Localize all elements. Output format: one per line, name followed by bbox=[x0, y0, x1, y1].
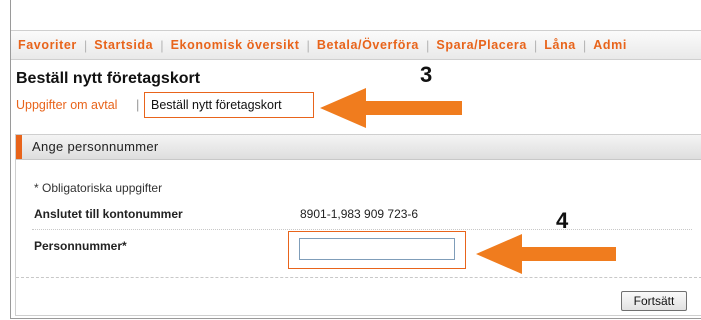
row-divider bbox=[32, 229, 692, 230]
panel-title: Ange personnummer bbox=[32, 139, 159, 154]
continue-button[interactable]: Fortsätt bbox=[621, 291, 687, 311]
personnummer-input[interactable] bbox=[299, 238, 455, 260]
step-4-label: 4 bbox=[556, 208, 569, 233]
nav-item-lana[interactable]: Låna bbox=[537, 38, 583, 52]
breadcrumb-current: Beställ nytt företagskort bbox=[144, 92, 314, 118]
nav-item-spara-placera[interactable]: Spara/Placera bbox=[429, 38, 534, 52]
nav-item-startsida[interactable]: Startsida bbox=[87, 38, 160, 52]
personnummer-label: Personnummer* bbox=[34, 239, 127, 253]
personnummer-highlight bbox=[288, 231, 466, 269]
arrow-left-icon bbox=[476, 234, 616, 274]
nav-item-favoriter[interactable]: Favoriter bbox=[11, 38, 84, 52]
header-band bbox=[11, 0, 701, 30]
arrow-left-icon bbox=[320, 88, 462, 128]
account-label: Anslutet till kontonummer bbox=[34, 207, 183, 221]
main-nav: Favoriter | Startsida | Ekonomisk översi… bbox=[11, 30, 701, 60]
step-3-label: 3 bbox=[420, 62, 433, 87]
nav-item-ekonomisk-oversikt[interactable]: Ekonomisk översikt bbox=[164, 38, 307, 52]
breadcrumb-link-avtal[interactable]: Uppgifter om avtal bbox=[16, 98, 117, 112]
breadcrumb-separator: | bbox=[136, 97, 140, 112]
panel-header: Ange personnummer bbox=[16, 135, 701, 160]
panel-accent-bar bbox=[16, 135, 22, 159]
account-value: 8901-1,983 909 723-6 bbox=[300, 207, 419, 221]
nav-item-betala-overfora[interactable]: Betala/Överföra bbox=[310, 38, 426, 52]
required-note: * Obligatoriska uppgifter bbox=[34, 181, 163, 195]
personnummer-panel: Ange personnummer * Obligatoriska uppgif… bbox=[15, 134, 701, 316]
page-title: Beställ nytt företagskort bbox=[16, 70, 201, 87]
form-divider bbox=[16, 277, 701, 278]
nav-item-admin[interactable]: Admi bbox=[586, 38, 634, 52]
